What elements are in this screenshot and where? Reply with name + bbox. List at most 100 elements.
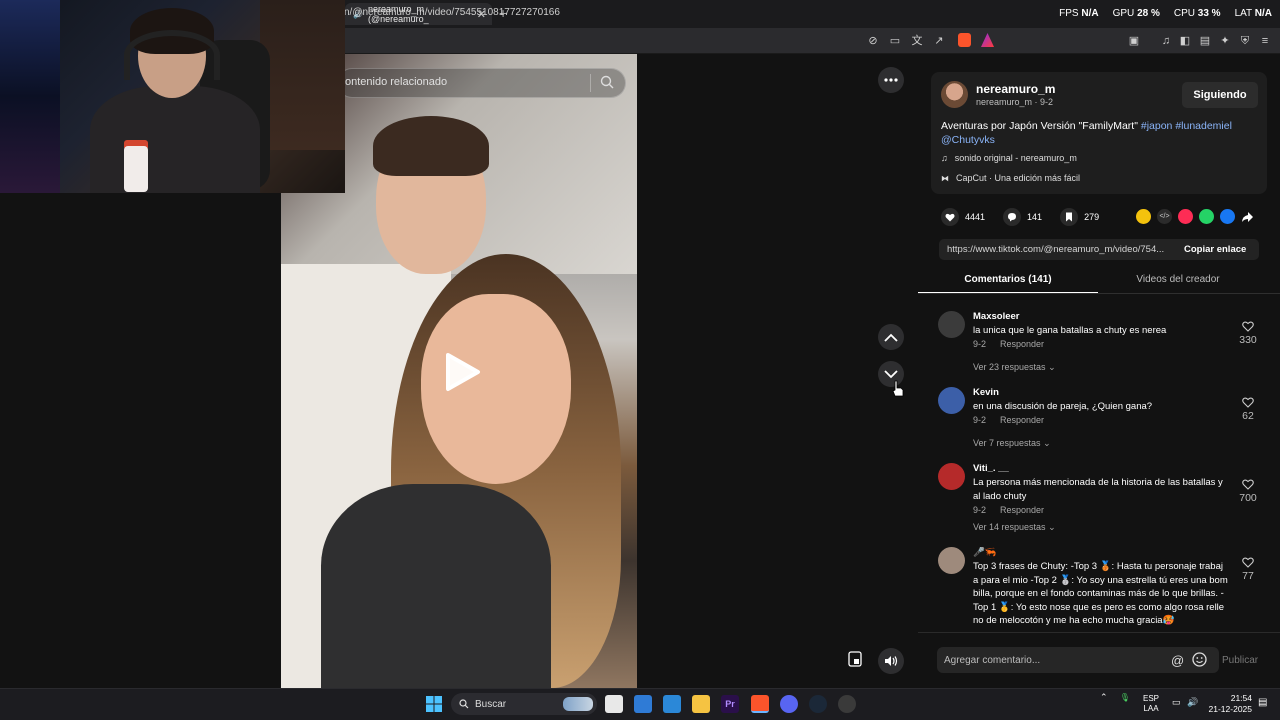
capcut-link[interactable]: ⧓ CapCut · Una edición más fácil: [941, 173, 1080, 183]
creator-avatar[interactable]: [941, 81, 968, 108]
reply-button[interactable]: Responder: [1000, 505, 1044, 515]
save-button[interactable]: [1060, 208, 1079, 226]
comment-like[interactable]: 62: [1236, 397, 1260, 422]
taskbar-search[interactable]: Buscar: [451, 693, 597, 715]
file-explorer-icon[interactable]: [692, 695, 710, 713]
system-tray: ⌃ 🎙: [1100, 692, 1130, 703]
discord-icon[interactable]: [780, 695, 798, 713]
sound-name: sonido original - nereamuro_m: [954, 153, 1077, 163]
ellipsis-icon: [884, 78, 898, 82]
photos-icon[interactable]: [634, 695, 652, 713]
embed-icon[interactable]: </>: [1157, 209, 1172, 224]
publish-button[interactable]: Publicar: [1222, 655, 1258, 666]
wallet-icon[interactable]: ▤: [1198, 34, 1212, 48]
clock-date: 21-12-2025: [1208, 704, 1252, 714]
share-arrow-icon[interactable]: [1241, 211, 1254, 223]
more-options-button[interactable]: [878, 67, 904, 93]
reader-icon[interactable]: ▣: [1127, 34, 1141, 48]
previous-video-button[interactable]: [878, 324, 904, 350]
translate-icon[interactable]: 文: [910, 34, 924, 48]
reply-button[interactable]: Responder: [1000, 415, 1044, 425]
cast-icon[interactable]: ▭: [888, 34, 902, 48]
search-highlight-image: [563, 697, 593, 711]
comment-like[interactable]: 77: [1236, 557, 1260, 582]
tabs-divider: [918, 293, 1280, 294]
comment-username[interactable]: Maxsoleer: [973, 311, 1019, 322]
hashtag-link[interactable]: #lunademiel: [1175, 120, 1232, 132]
comment-username[interactable]: 🎤🦐: [973, 547, 997, 558]
following-button[interactable]: Siguiendo: [1182, 82, 1258, 108]
like-count: 4441: [965, 212, 986, 222]
comment-avatar[interactable]: [938, 547, 965, 574]
tab-comments[interactable]: Comentarios (141): [918, 270, 1098, 294]
url-field[interactable]: n/@nereamuro_m/video/7545510817727270166: [344, 7, 560, 18]
view-replies-button[interactable]: Ver 7 respuestas ⌄: [973, 438, 1051, 449]
network-icon[interactable]: ▭: [1172, 697, 1181, 708]
comment-avatar[interactable]: [938, 463, 965, 490]
tab-creator-videos[interactable]: Videos del creador: [1098, 270, 1258, 294]
share-page-icon[interactable]: ↗: [932, 34, 946, 48]
comment-date: 9-2: [973, 339, 987, 349]
music-icon[interactable]: ♫: [1159, 34, 1173, 48]
comment-username[interactable]: Viti_. __: [973, 463, 1009, 474]
capcut-icon: ⧓: [941, 173, 949, 183]
comment-item: 🎤🦐 Top 3 frases de Chuty: -Top 3 🥉: Hast…: [938, 547, 1268, 631]
sound-link[interactable]: ♫ sonido original - nereamuro_m: [941, 153, 1077, 163]
vpn-icon[interactable]: ⛨: [1238, 34, 1252, 48]
play-icon[interactable]: [445, 352, 481, 392]
view-replies-button[interactable]: Ver 23 respuestas ⌄: [973, 362, 1056, 373]
comment-text: Top 3 frases de Chuty: -Top 3 🥉: Hasta t…: [973, 561, 1228, 626]
mention-icon[interactable]: @: [1171, 653, 1184, 668]
picture-in-picture-icon: [848, 651, 862, 667]
sidebar-icon[interactable]: ◧: [1178, 34, 1192, 48]
search-icon[interactable]: [600, 75, 614, 89]
lat-label: LAT: [1234, 8, 1252, 19]
reply-button[interactable]: Responder: [1000, 339, 1044, 349]
comment-button[interactable]: [1003, 208, 1022, 226]
microphone-icon[interactable]: 🎙: [1120, 693, 1130, 702]
replies-label: Ver 7 respuestas: [973, 438, 1041, 448]
video-link[interactable]: https://www.tiktok.com/@nereamuro_m/vide…: [947, 244, 1164, 255]
windows-start-icon[interactable]: [426, 696, 442, 712]
related-search-input[interactable]: ontenido relacionado: [345, 76, 447, 88]
comment-username[interactable]: Kevin: [973, 387, 999, 398]
like-button[interactable]: [941, 208, 959, 226]
whatsapp-icon[interactable]: [1199, 209, 1214, 224]
language-indicator[interactable]: ESP LAA: [1143, 694, 1159, 714]
premiere-icon[interactable]: Pr: [721, 695, 739, 713]
chevron-down-icon: ⌄: [1048, 522, 1056, 532]
brave-shield-icon[interactable]: [958, 33, 971, 47]
facebook-icon[interactable]: [1220, 209, 1235, 224]
comment-icon: [1008, 213, 1017, 222]
volume-button[interactable]: [878, 648, 904, 674]
view-replies-button[interactable]: Ver 14 respuestas ⌄: [973, 522, 1056, 533]
settings-app-icon[interactable]: [838, 695, 856, 713]
video-description: Aventuras por Japón Versión "FamilyMart"…: [941, 119, 1261, 147]
comment-like[interactable]: 330: [1236, 321, 1260, 346]
extensions-icon[interactable]: ✦: [1218, 34, 1232, 48]
no-track-icon[interactable]: ⊘: [866, 34, 880, 48]
repost-icon[interactable]: [1178, 209, 1193, 224]
comment-avatar[interactable]: [938, 387, 965, 414]
hashtag-link[interactable]: #japon: [1141, 120, 1173, 132]
taskbar-clock[interactable]: 21:54 21-12-2025: [1208, 693, 1252, 715]
creator-name[interactable]: nereamuro_m: [976, 82, 1055, 96]
notification-icon[interactable]: ▤: [1258, 697, 1267, 708]
mention-link[interactable]: @Chutyvks: [941, 134, 995, 146]
task-view-icon[interactable]: [605, 695, 623, 713]
emoji-icon[interactable]: [1192, 652, 1207, 667]
pip-button[interactable]: [848, 651, 868, 671]
menu-icon[interactable]: ≡: [1258, 34, 1272, 48]
coin-icon[interactable]: [1136, 209, 1151, 224]
steam-icon[interactable]: [809, 695, 827, 713]
search-divider: [590, 74, 591, 92]
brave-browser-icon[interactable]: [751, 695, 769, 713]
music-note-icon: ♫: [941, 153, 948, 163]
speaker-icon[interactable]: 🔊: [1187, 697, 1198, 708]
comment-like[interactable]: 700: [1236, 479, 1260, 504]
chevron-down-icon: [884, 369, 898, 378]
comment-avatar[interactable]: [938, 311, 965, 338]
vscode-icon[interactable]: [663, 695, 681, 713]
chevron-up-icon[interactable]: ⌃: [1100, 692, 1108, 702]
copy-link-button[interactable]: Copiar enlace: [1184, 244, 1246, 255]
